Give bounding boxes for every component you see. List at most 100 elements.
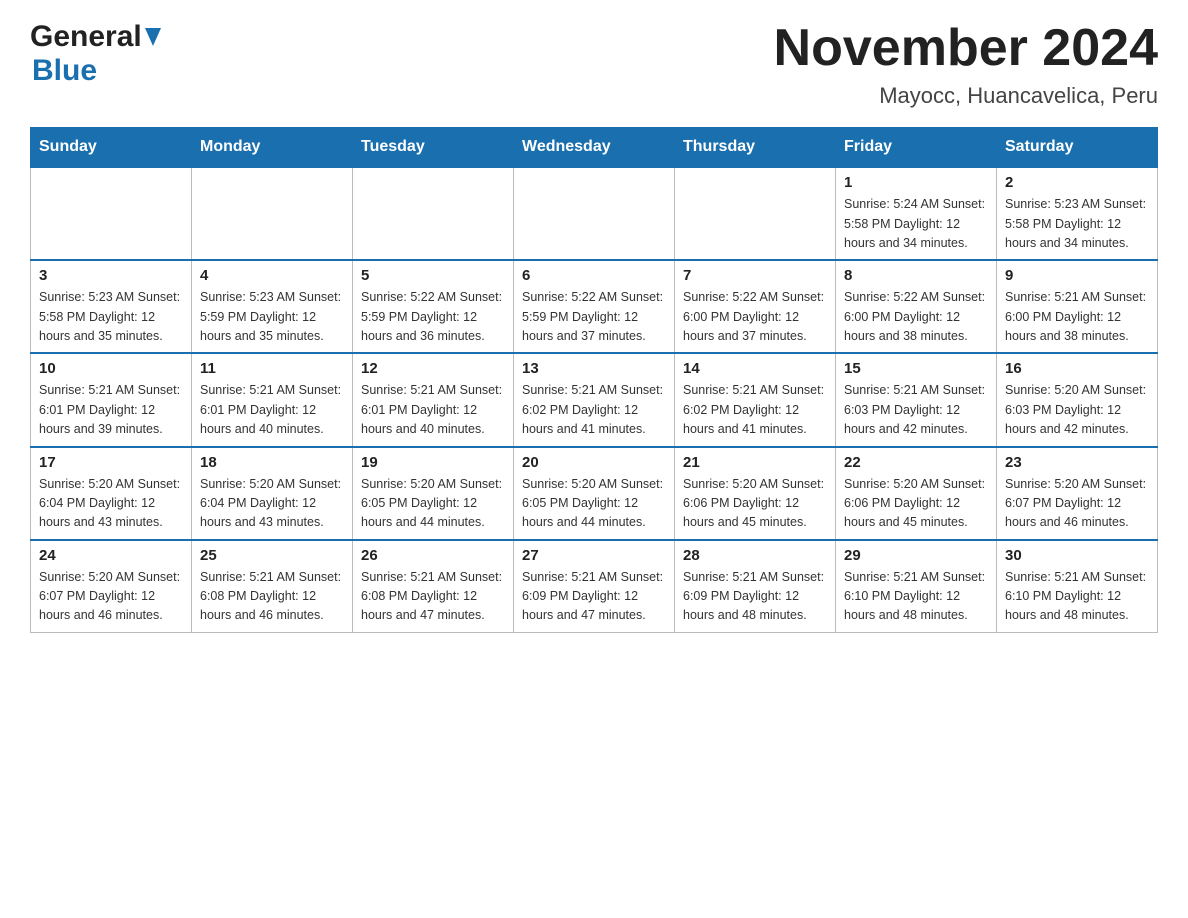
day-number: 9 bbox=[1005, 267, 1149, 284]
week-row-2: 3 Sunrise: 5:23 AM Sunset: 5:58 PM Daylig… bbox=[31, 260, 1158, 353]
calendar-cell: 1 Sunrise: 5:24 AM Sunset: 5:58 PM Daylig… bbox=[836, 167, 997, 260]
day-info: Sunrise: 5:23 AM Sunset: 5:58 PM Dayligh… bbox=[39, 288, 183, 346]
day-info: Sunrise: 5:21 AM Sunset: 6:08 PM Dayligh… bbox=[200, 568, 344, 626]
calendar-cell: 25 Sunrise: 5:21 AM Sunset: 6:08 PM Dayli… bbox=[192, 540, 353, 633]
logo-triangle-icon bbox=[145, 28, 161, 51]
day-info: Sunrise: 5:22 AM Sunset: 6:00 PM Dayligh… bbox=[683, 288, 827, 346]
day-number: 1 bbox=[844, 174, 988, 191]
day-number: 7 bbox=[683, 267, 827, 284]
day-number: 3 bbox=[39, 267, 183, 284]
calendar-cell: 15 Sunrise: 5:21 AM Sunset: 6:03 PM Dayli… bbox=[836, 353, 997, 446]
day-info: Sunrise: 5:20 AM Sunset: 6:05 PM Dayligh… bbox=[522, 475, 666, 533]
day-number: 6 bbox=[522, 267, 666, 284]
day-info: Sunrise: 5:21 AM Sunset: 6:02 PM Dayligh… bbox=[683, 381, 827, 439]
day-info: Sunrise: 5:20 AM Sunset: 6:03 PM Dayligh… bbox=[1005, 381, 1149, 439]
day-number: 11 bbox=[200, 360, 344, 377]
calendar-cell: 19Sunrise: 5:20 AM Sunset: 6:05 PM Dayli… bbox=[353, 447, 514, 540]
page-header: General Blue November 2024 Mayocc, Huanc… bbox=[30, 20, 1158, 109]
week-row-4: 17 Sunrise: 5:20 AM Sunset: 6:04 PM Dayli… bbox=[31, 447, 1158, 540]
calendar-cell: 12 Sunrise: 5:21 AM Sunset: 6:01 PM Dayli… bbox=[353, 353, 514, 446]
calendar-cell: 21 Sunrise: 5:20 AM Sunset: 6:06 PM Dayli… bbox=[675, 447, 836, 540]
day-number: 26 bbox=[361, 547, 505, 564]
calendar-cell: 6 Sunrise: 5:22 AM Sunset: 5:59 PM Daylig… bbox=[514, 260, 675, 353]
day-info: Sunrise: 5:20 AM Sunset: 6:04 PM Dayligh… bbox=[200, 475, 344, 533]
calendar-cell: 20Sunrise: 5:20 AM Sunset: 6:05 PM Dayli… bbox=[514, 447, 675, 540]
calendar-header-friday: Friday bbox=[836, 128, 997, 168]
calendar-header-sunday: Sunday bbox=[31, 128, 192, 168]
day-info: Sunrise: 5:21 AM Sunset: 6:10 PM Dayligh… bbox=[1005, 568, 1149, 626]
calendar-header-row: SundayMondayTuesdayWednesdayThursdayFrid… bbox=[31, 128, 1158, 168]
day-info: Sunrise: 5:21 AM Sunset: 6:01 PM Dayligh… bbox=[200, 381, 344, 439]
calendar-cell bbox=[675, 167, 836, 260]
day-number: 16 bbox=[1005, 360, 1149, 377]
week-row-3: 10 Sunrise: 5:21 AM Sunset: 6:01 PM Dayli… bbox=[31, 353, 1158, 446]
day-info: Sunrise: 5:22 AM Sunset: 6:00 PM Dayligh… bbox=[844, 288, 988, 346]
calendar-cell: 23Sunrise: 5:20 AM Sunset: 6:07 PM Dayli… bbox=[997, 447, 1158, 540]
logo-general-text: General bbox=[30, 20, 142, 54]
calendar-header-saturday: Saturday bbox=[997, 128, 1158, 168]
page-title: November 2024 bbox=[774, 20, 1158, 77]
calendar-cell: 4 Sunrise: 5:23 AM Sunset: 5:59 PM Daylig… bbox=[192, 260, 353, 353]
day-number: 19 bbox=[361, 454, 505, 471]
calendar-table: SundayMondayTuesdayWednesdayThursdayFrid… bbox=[30, 127, 1158, 633]
day-number: 4 bbox=[200, 267, 344, 284]
day-number: 23 bbox=[1005, 454, 1149, 471]
day-number: 22 bbox=[844, 454, 988, 471]
calendar-cell: 24 Sunrise: 5:20 AM Sunset: 6:07 PM Dayli… bbox=[31, 540, 192, 633]
week-row-1: 1 Sunrise: 5:24 AM Sunset: 5:58 PM Daylig… bbox=[31, 167, 1158, 260]
calendar-cell: 9Sunrise: 5:21 AM Sunset: 6:00 PM Daylig… bbox=[997, 260, 1158, 353]
day-number: 21 bbox=[683, 454, 827, 471]
logo: General Blue bbox=[30, 20, 161, 88]
day-info: Sunrise: 5:20 AM Sunset: 6:04 PM Dayligh… bbox=[39, 475, 183, 533]
calendar-cell: 7 Sunrise: 5:22 AM Sunset: 6:00 PM Daylig… bbox=[675, 260, 836, 353]
day-number: 15 bbox=[844, 360, 988, 377]
day-info: Sunrise: 5:21 AM Sunset: 6:03 PM Dayligh… bbox=[844, 381, 988, 439]
day-info: Sunrise: 5:22 AM Sunset: 5:59 PM Dayligh… bbox=[361, 288, 505, 346]
calendar-cell: 22 Sunrise: 5:20 AM Sunset: 6:06 PM Dayli… bbox=[836, 447, 997, 540]
day-info: Sunrise: 5:24 AM Sunset: 5:58 PM Dayligh… bbox=[844, 195, 988, 253]
day-info: Sunrise: 5:21 AM Sunset: 6:10 PM Dayligh… bbox=[844, 568, 988, 626]
day-info: Sunrise: 5:20 AM Sunset: 6:06 PM Dayligh… bbox=[683, 475, 827, 533]
day-number: 25 bbox=[200, 547, 344, 564]
day-info: Sunrise: 5:21 AM Sunset: 6:01 PM Dayligh… bbox=[39, 381, 183, 439]
day-number: 29 bbox=[844, 547, 988, 564]
day-number: 18 bbox=[200, 454, 344, 471]
day-number: 27 bbox=[522, 547, 666, 564]
day-info: Sunrise: 5:21 AM Sunset: 6:02 PM Dayligh… bbox=[522, 381, 666, 439]
calendar-cell: 10 Sunrise: 5:21 AM Sunset: 6:01 PM Dayli… bbox=[31, 353, 192, 446]
day-number: 12 bbox=[361, 360, 505, 377]
day-info: Sunrise: 5:20 AM Sunset: 6:07 PM Dayligh… bbox=[39, 568, 183, 626]
day-info: Sunrise: 5:21 AM Sunset: 6:08 PM Dayligh… bbox=[361, 568, 505, 626]
calendar-cell: 30 Sunrise: 5:21 AM Sunset: 6:10 PM Dayli… bbox=[997, 540, 1158, 633]
calendar-cell: 28Sunrise: 5:21 AM Sunset: 6:09 PM Dayli… bbox=[675, 540, 836, 633]
day-info: Sunrise: 5:21 AM Sunset: 6:09 PM Dayligh… bbox=[683, 568, 827, 626]
day-info: Sunrise: 5:22 AM Sunset: 5:59 PM Dayligh… bbox=[522, 288, 666, 346]
day-number: 2 bbox=[1005, 174, 1149, 191]
day-number: 10 bbox=[39, 360, 183, 377]
calendar-cell: 26 Sunrise: 5:21 AM Sunset: 6:08 PM Dayli… bbox=[353, 540, 514, 633]
day-info: Sunrise: 5:23 AM Sunset: 5:59 PM Dayligh… bbox=[200, 288, 344, 346]
calendar-cell bbox=[192, 167, 353, 260]
calendar-cell: 16 Sunrise: 5:20 AM Sunset: 6:03 PM Dayli… bbox=[997, 353, 1158, 446]
calendar-cell: 13 Sunrise: 5:21 AM Sunset: 6:02 PM Dayli… bbox=[514, 353, 675, 446]
calendar-cell bbox=[514, 167, 675, 260]
location-subtitle: Mayocc, Huancavelica, Peru bbox=[774, 83, 1158, 109]
day-number: 17 bbox=[39, 454, 183, 471]
calendar-cell: 8 Sunrise: 5:22 AM Sunset: 6:00 PM Daylig… bbox=[836, 260, 997, 353]
day-number: 14 bbox=[683, 360, 827, 377]
calendar-header-wednesday: Wednesday bbox=[514, 128, 675, 168]
calendar-header-thursday: Thursday bbox=[675, 128, 836, 168]
day-number: 8 bbox=[844, 267, 988, 284]
day-number: 24 bbox=[39, 547, 183, 564]
calendar-cell bbox=[353, 167, 514, 260]
calendar-cell: 11 Sunrise: 5:21 AM Sunset: 6:01 PM Dayli… bbox=[192, 353, 353, 446]
day-info: Sunrise: 5:23 AM Sunset: 5:58 PM Dayligh… bbox=[1005, 195, 1149, 253]
calendar-header-monday: Monday bbox=[192, 128, 353, 168]
week-row-5: 24 Sunrise: 5:20 AM Sunset: 6:07 PM Dayli… bbox=[31, 540, 1158, 633]
calendar-cell: 2 Sunrise: 5:23 AM Sunset: 5:58 PM Daylig… bbox=[997, 167, 1158, 260]
day-number: 13 bbox=[522, 360, 666, 377]
calendar-cell: 3 Sunrise: 5:23 AM Sunset: 5:58 PM Daylig… bbox=[31, 260, 192, 353]
day-number: 30 bbox=[1005, 547, 1149, 564]
day-info: Sunrise: 5:20 AM Sunset: 6:06 PM Dayligh… bbox=[844, 475, 988, 533]
day-info: Sunrise: 5:21 AM Sunset: 6:01 PM Dayligh… bbox=[361, 381, 505, 439]
